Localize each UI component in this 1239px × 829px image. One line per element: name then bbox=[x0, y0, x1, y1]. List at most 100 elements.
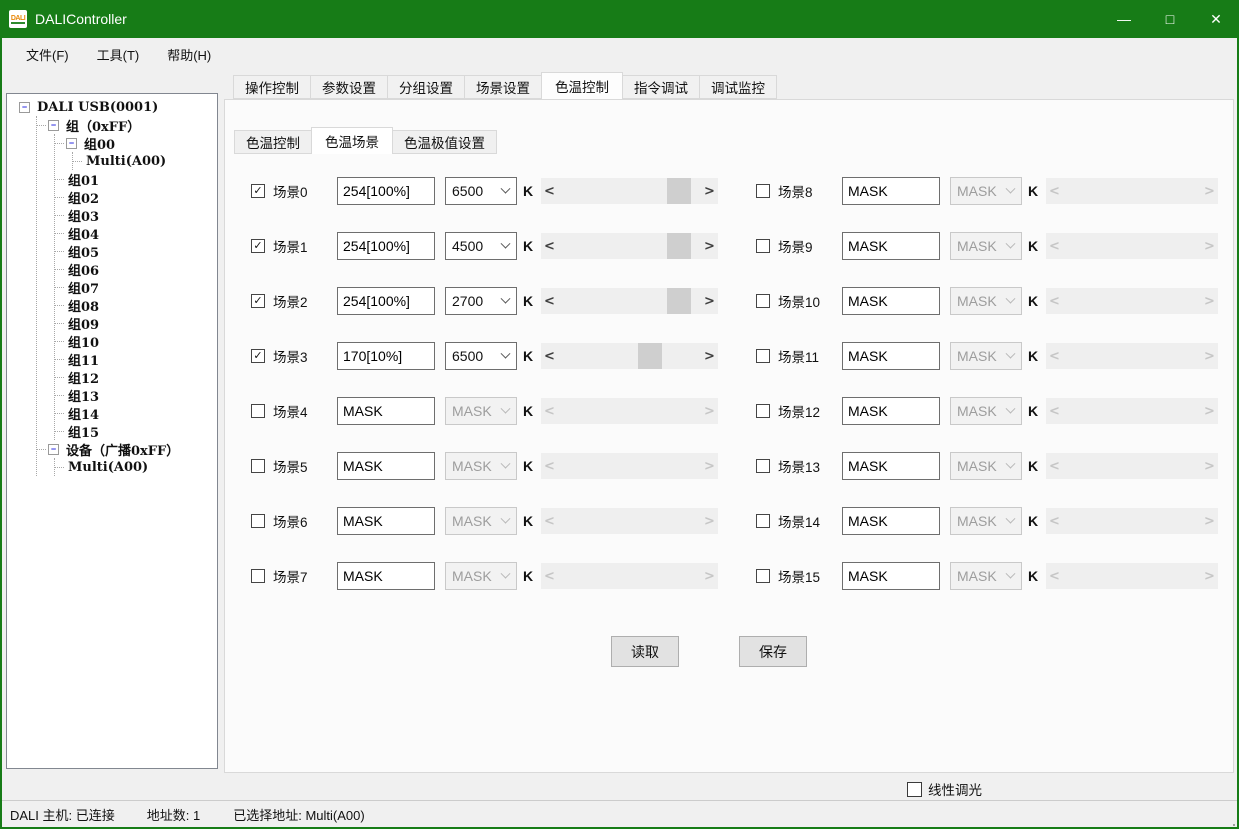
scrollbar-thumb[interactable] bbox=[667, 288, 691, 314]
scene-value-input[interactable] bbox=[842, 342, 940, 370]
tree-item-label[interactable]: Multi(A00) bbox=[66, 460, 150, 475]
checkbox-unchecked-icon[interactable] bbox=[756, 404, 770, 418]
checkbox-unchecked-icon[interactable] bbox=[251, 569, 265, 583]
tree-item-label[interactable]: 组12 bbox=[66, 368, 101, 387]
scene-value-input[interactable] bbox=[337, 287, 435, 315]
tree-item-label[interactable]: 组14 bbox=[66, 404, 101, 423]
tree-item-label[interactable]: 组02 bbox=[66, 188, 101, 207]
resize-grip-icon[interactable] bbox=[1229, 820, 1231, 822]
main-tab-0[interactable]: 操作控制 bbox=[233, 75, 311, 99]
cct-dropdown[interactable]: 6500 bbox=[445, 342, 517, 370]
main-tab-3[interactable]: 场景设置 bbox=[464, 75, 542, 99]
checkbox-checked-icon[interactable]: ✓ bbox=[251, 239, 265, 253]
linear-dimming-checkbox[interactable]: 线性调光 bbox=[907, 779, 982, 799]
tree-item-label[interactable]: 组06 bbox=[66, 260, 101, 279]
sub-tab-2[interactable]: 色温极值设置 bbox=[392, 130, 497, 154]
checkbox-unchecked-icon[interactable] bbox=[756, 294, 770, 308]
scrollbar-thumb[interactable] bbox=[638, 343, 662, 369]
tree-item-label[interactable]: 组03 bbox=[66, 206, 101, 225]
scroll-right-arrow-icon[interactable]: > bbox=[701, 288, 718, 314]
checkbox-unchecked-icon[interactable] bbox=[756, 349, 770, 363]
menu-item-0[interactable]: 文件(F) bbox=[12, 40, 83, 69]
checkbox-unchecked-icon[interactable] bbox=[756, 514, 770, 528]
tree-collapse-icon[interactable]: − bbox=[48, 120, 59, 131]
scene-value-input[interactable] bbox=[842, 232, 940, 260]
checkbox-unchecked-icon[interactable] bbox=[251, 514, 265, 528]
main-tab-6[interactable]: 调试监控 bbox=[699, 75, 777, 99]
sub-tab-0[interactable]: 色温控制 bbox=[234, 130, 312, 154]
save-button[interactable]: 保存 bbox=[739, 636, 807, 667]
scene-value-input[interactable] bbox=[842, 177, 940, 205]
scrollbar-track[interactable] bbox=[558, 233, 701, 259]
scene-value-input[interactable] bbox=[337, 177, 435, 205]
checkbox-checked-icon[interactable]: ✓ bbox=[251, 184, 265, 198]
scrollbar-track[interactable] bbox=[558, 288, 701, 314]
scrollbar-thumb[interactable] bbox=[667, 178, 691, 204]
tree-item-label[interactable]: 组04 bbox=[66, 224, 101, 243]
scroll-right-arrow-icon[interactable]: > bbox=[701, 343, 718, 369]
tree-item-label[interactable]: 组15 bbox=[66, 422, 101, 441]
checkbox-icon[interactable] bbox=[907, 782, 922, 797]
cct-dropdown[interactable]: 2700 bbox=[445, 287, 517, 315]
minimize-button[interactable]: — bbox=[1101, 0, 1147, 38]
tree-item-label[interactable]: 组09 bbox=[66, 314, 101, 333]
cct-scrollbar[interactable]: <> bbox=[541, 233, 718, 259]
scroll-right-arrow-icon[interactable]: > bbox=[701, 233, 718, 259]
checkbox-unchecked-icon[interactable] bbox=[756, 239, 770, 253]
scrollbar-thumb[interactable] bbox=[667, 233, 691, 259]
scene-value-input[interactable] bbox=[337, 397, 435, 425]
tree-item-label[interactable]: 组11 bbox=[66, 350, 101, 369]
tree-item-label[interactable]: 组10 bbox=[66, 332, 101, 351]
tree-item-label[interactable]: 组01 bbox=[66, 170, 101, 189]
checkbox-unchecked-icon[interactable] bbox=[756, 184, 770, 198]
tree-item-label[interactable]: Multi(A00) bbox=[84, 154, 168, 169]
menu-item-2[interactable]: 帮助(H) bbox=[153, 40, 225, 69]
scene-value-input[interactable] bbox=[337, 562, 435, 590]
sub-tab-1[interactable]: 色温场景 bbox=[311, 127, 393, 154]
scene-value-input[interactable] bbox=[842, 452, 940, 480]
main-tab-5[interactable]: 指令调试 bbox=[622, 75, 700, 99]
scene-value-input[interactable] bbox=[842, 507, 940, 535]
scroll-left-arrow-icon[interactable]: < bbox=[541, 343, 558, 369]
tree-collapse-icon[interactable]: − bbox=[48, 444, 59, 455]
main-tab-2[interactable]: 分组设置 bbox=[387, 75, 465, 99]
scrollbar-track[interactable] bbox=[558, 178, 701, 204]
checkbox-checked-icon[interactable]: ✓ bbox=[251, 349, 265, 363]
scroll-right-arrow-icon[interactable]: > bbox=[701, 178, 718, 204]
scene-value-input[interactable] bbox=[842, 287, 940, 315]
tree-item-label[interactable]: 组08 bbox=[66, 296, 101, 315]
checkbox-checked-icon[interactable]: ✓ bbox=[251, 294, 265, 308]
tree-item-label[interactable]: DALI USB(0001) bbox=[35, 100, 160, 115]
scene-value-input[interactable] bbox=[337, 342, 435, 370]
scene-value-input[interactable] bbox=[842, 397, 940, 425]
tree-item-label[interactable]: 组07 bbox=[66, 278, 101, 297]
tree-item-label[interactable]: 组13 bbox=[66, 386, 101, 405]
close-button[interactable]: ✕ bbox=[1193, 0, 1239, 38]
cct-scrollbar[interactable]: <> bbox=[541, 178, 718, 204]
checkbox-unchecked-icon[interactable] bbox=[756, 459, 770, 473]
maximize-button[interactable]: □ bbox=[1147, 0, 1193, 38]
scroll-left-arrow-icon[interactable]: < bbox=[541, 178, 558, 204]
tree-item-label[interactable]: 设备（广播0xFF） bbox=[64, 440, 181, 459]
checkbox-unchecked-icon[interactable] bbox=[251, 404, 265, 418]
cct-dropdown[interactable]: 6500 bbox=[445, 177, 517, 205]
scene-value-input[interactable] bbox=[842, 562, 940, 590]
cct-scrollbar[interactable]: <> bbox=[541, 343, 718, 369]
scrollbar-track[interactable] bbox=[558, 343, 701, 369]
scene-value-input[interactable] bbox=[337, 232, 435, 260]
main-tab-1[interactable]: 参数设置 bbox=[310, 75, 388, 99]
main-tab-4[interactable]: 色温控制 bbox=[541, 72, 623, 99]
scene-value-input[interactable] bbox=[337, 452, 435, 480]
tree-collapse-icon[interactable]: − bbox=[66, 138, 77, 149]
cct-dropdown[interactable]: 4500 bbox=[445, 232, 517, 260]
tree-item-label[interactable]: 组（0xFF） bbox=[64, 116, 142, 135]
scroll-left-arrow-icon[interactable]: < bbox=[541, 233, 558, 259]
tree-item-label[interactable]: 组05 bbox=[66, 242, 101, 261]
menu-item-1[interactable]: 工具(T) bbox=[83, 40, 154, 69]
scroll-left-arrow-icon[interactable]: < bbox=[541, 288, 558, 314]
checkbox-unchecked-icon[interactable] bbox=[251, 459, 265, 473]
tree-collapse-icon[interactable]: − bbox=[19, 102, 30, 113]
read-button[interactable]: 读取 bbox=[611, 636, 679, 667]
cct-scrollbar[interactable]: <> bbox=[541, 288, 718, 314]
tree-item-label[interactable]: 组00 bbox=[82, 134, 117, 153]
